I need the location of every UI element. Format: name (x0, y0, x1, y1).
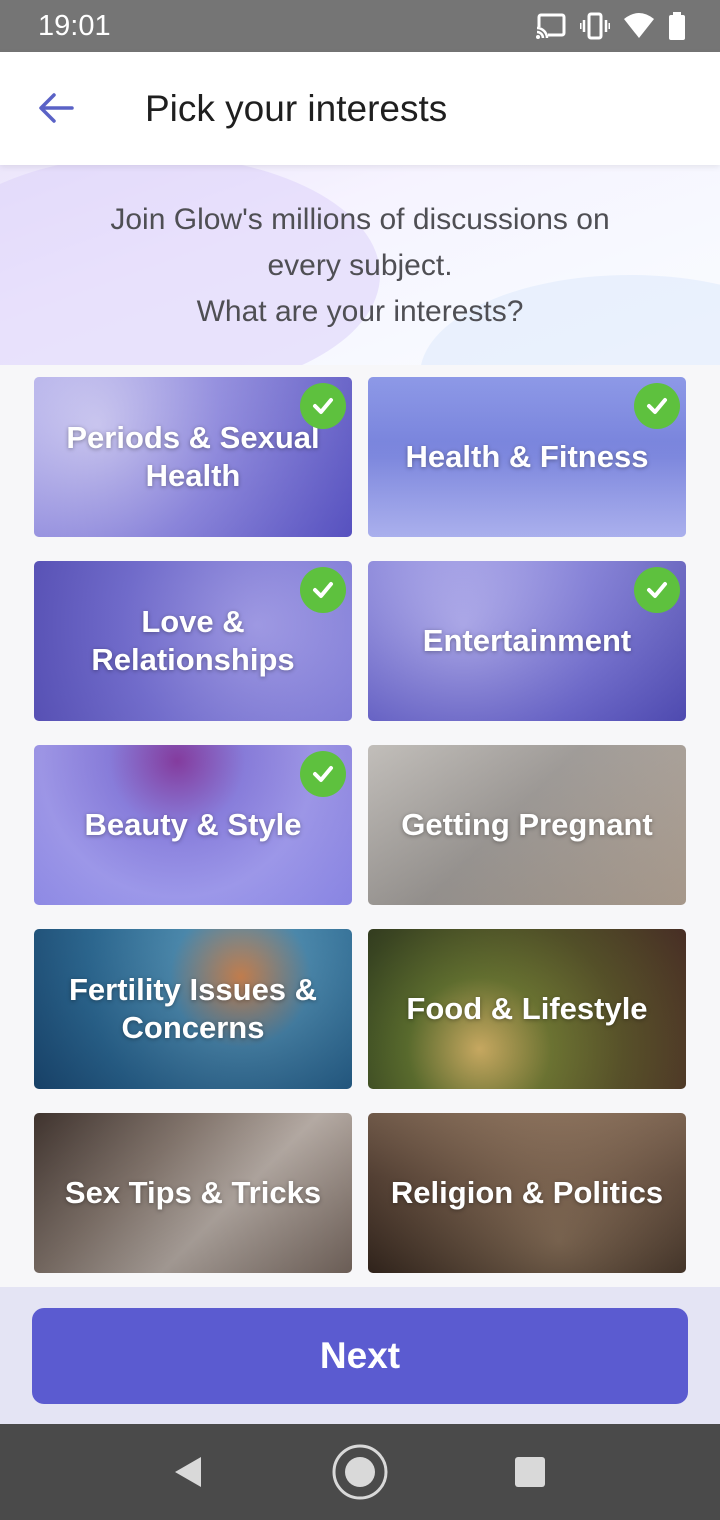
interests-grid: Periods & Sexual Health Health & Fitness… (0, 365, 720, 1287)
checkmark-icon (300, 751, 346, 797)
arrow-left-icon (39, 93, 74, 123)
back-triangle-icon (175, 1457, 201, 1487)
interest-card-getting-pregnant[interactable]: Getting Pregnant (368, 745, 686, 905)
footer: Next (0, 1287, 720, 1424)
back-button[interactable] (28, 80, 84, 136)
next-button[interactable]: Next (32, 1308, 688, 1404)
interest-label: Fertility Issues & Concerns (68, 972, 318, 1045)
page-title: Pick your interests (145, 88, 448, 129)
app-bar: Pick your interests (0, 52, 720, 165)
interest-label: Food & Lifestyle (406, 991, 648, 1026)
interest-label: Getting Pregnant (401, 807, 653, 842)
checkmark-icon (300, 567, 346, 613)
interest-label: Periods & Sexual Health (66, 420, 320, 493)
interest-card-love-relationships[interactable]: Love & Relationships (34, 561, 352, 721)
vibrate-icon (580, 12, 610, 40)
intro-text: Join Glow's millions of discussions on e… (60, 197, 660, 335)
interest-card-entertainment[interactable]: Entertainment (368, 561, 686, 721)
status-time: 19:01 (38, 10, 111, 42)
interest-label: Sex Tips & Tricks (64, 1175, 322, 1210)
nav-home-button[interactable] (330, 1442, 390, 1502)
interest-card-religion-politics[interactable]: Religion & Politics (368, 1113, 686, 1273)
interest-label: Love & Relationships (91, 604, 295, 677)
battery-icon (669, 12, 685, 40)
interest-label: Beauty & Style (84, 807, 302, 842)
status-icons (536, 12, 686, 40)
interest-label: Religion & Politics (390, 1175, 664, 1210)
intro-line-2: every subject. (267, 249, 453, 282)
checkmark-icon (634, 567, 680, 613)
interest-label: Entertainment (422, 623, 632, 658)
intro-line-1: Join Glow's millions of discussions on (110, 203, 610, 236)
interest-card-health-fitness[interactable]: Health & Fitness (368, 377, 686, 537)
interest-card-periods-sexual-health[interactable]: Periods & Sexual Health (34, 377, 352, 537)
intro-section: Join Glow's millions of discussions on e… (0, 165, 720, 365)
intro-line-3: What are your interests? (196, 295, 524, 328)
system-nav-bar (0, 1424, 720, 1520)
interest-card-beauty-style[interactable]: Beauty & Style (34, 745, 352, 905)
cast-icon (536, 13, 566, 39)
interest-label: Health & Fitness (405, 439, 649, 474)
checkmark-icon (300, 383, 346, 429)
home-circle-icon (332, 1444, 388, 1500)
nav-back-button[interactable] (158, 1442, 218, 1502)
recents-square-icon (515, 1457, 545, 1487)
interest-card-sex-tips-tricks[interactable]: Sex Tips & Tricks (34, 1113, 352, 1273)
nav-recents-button[interactable] (500, 1442, 560, 1502)
status-bar: 19:01 (0, 0, 720, 52)
checkmark-icon (634, 383, 680, 429)
interest-card-fertility-issues[interactable]: Fertility Issues & Concerns (34, 929, 352, 1089)
wifi-icon (624, 13, 654, 38)
interest-card-food-lifestyle[interactable]: Food & Lifestyle (368, 929, 686, 1089)
